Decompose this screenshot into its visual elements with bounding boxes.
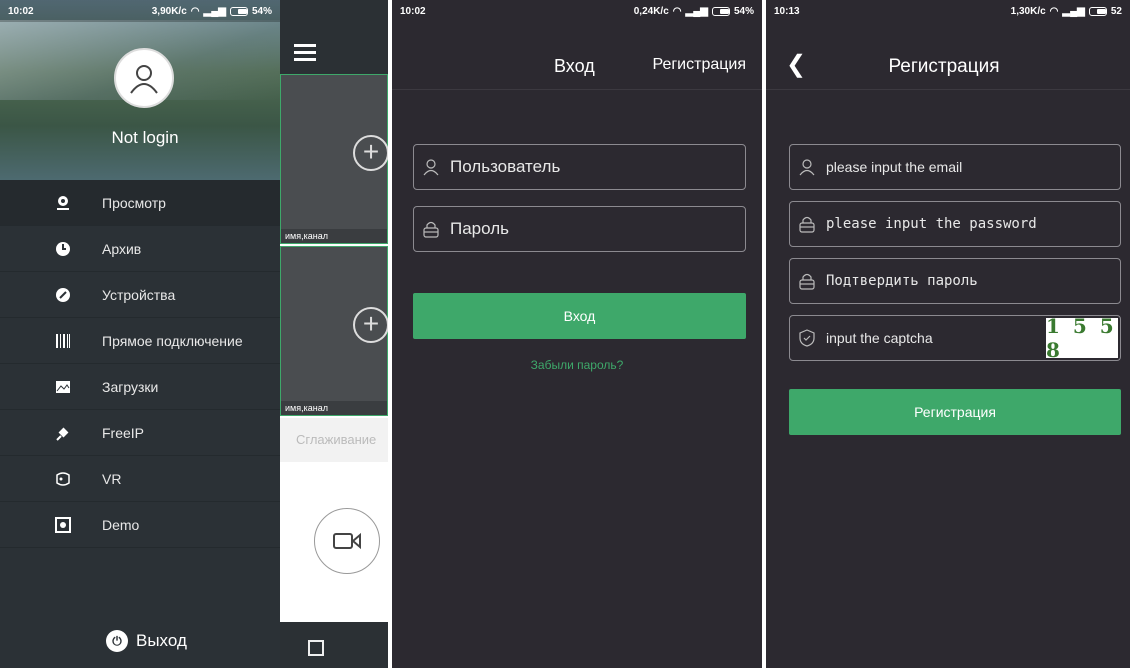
drawer-menu: Просмотр Архив Устройства Прямое подключ… — [0, 180, 280, 548]
menu-item-downloads[interactable]: Загрузки — [0, 364, 280, 410]
cell-caption: имя,канал — [281, 229, 387, 243]
password-field[interactable]: Пароль — [413, 206, 746, 252]
menu-item-archive[interactable]: Архив — [0, 226, 280, 272]
password-placeholder: Пароль — [450, 219, 509, 238]
status-bar: 10:13 1,30K/c ◠ ▂▄▆ 52 — [766, 0, 1130, 22]
record-button[interactable] — [314, 508, 380, 574]
battery-level: 54% — [733, 5, 754, 17]
captcha-placeholder: input the captcha — [826, 330, 933, 346]
bottom-navigation — [280, 622, 388, 668]
cell-caption: имя,канал — [281, 401, 387, 415]
login-button[interactable]: Вход — [413, 293, 746, 339]
wifi-icon: ◠ — [672, 5, 682, 17]
screen-login: 10:02 0,24K/c ◠ ▂▄▆ 54% Вход Регистрация… — [392, 0, 762, 668]
wifi-icon: ◠ — [1049, 5, 1059, 17]
menu-item-label: Загрузки — [102, 378, 159, 395]
menu-item-label: Просмотр — [102, 194, 166, 211]
forgot-password-link[interactable]: Забыли пароль? — [392, 358, 762, 372]
recent-apps-icon[interactable] — [308, 640, 324, 656]
lock-icon — [798, 215, 820, 233]
status-speed: 0,24K/c — [633, 5, 669, 17]
screen-registration: 10:13 1,30K/c ◠ ▂▄▆ 52 ❮ Регистрация ple… — [766, 0, 1130, 668]
status-bar: 10:02 0,24K/c ◠ ▂▄▆ 54% — [392, 0, 762, 22]
camera-icon — [48, 195, 78, 211]
menu-item-direct-connect[interactable]: Прямое подключение — [0, 318, 280, 364]
shield-check-icon — [798, 329, 820, 347]
page-title: Вход — [554, 56, 595, 76]
register-link[interactable]: Регистрация — [652, 56, 746, 74]
battery-level: 54% — [251, 5, 272, 17]
video-cell[interactable]: + имя,канал — [280, 246, 388, 416]
confirm-password-field[interactable]: Подтвердить пароль — [789, 258, 1121, 304]
username-placeholder: Пользователь — [450, 157, 561, 176]
barcode-icon — [48, 333, 78, 349]
status-time: 10:02 — [400, 5, 426, 17]
menu-item-freeip[interactable]: FreeIP — [0, 410, 280, 456]
menu-item-label: Архив — [102, 240, 142, 257]
status-speed: 1,30K/c — [1010, 5, 1046, 17]
navigation-drawer: 10:02 3,90K/c ◠ ▂▄▆ 54% Not login Просмо… — [0, 0, 280, 668]
image-icon — [48, 380, 78, 394]
battery-level: 52 — [1110, 5, 1122, 17]
add-channel-icon[interactable]: + — [353, 307, 388, 343]
top-bar — [280, 0, 388, 74]
menu-item-label: Устройства — [102, 286, 176, 303]
vr-headset-icon — [48, 471, 78, 487]
menu-item-label: VR — [102, 470, 122, 487]
play-box-icon — [48, 516, 78, 533]
captcha-image[interactable]: 1 5 5 8 — [1046, 314, 1118, 362]
power-icon: ⏻ — [106, 630, 128, 652]
menu-item-vr[interactable]: VR — [0, 456, 280, 502]
lock-icon — [798, 272, 820, 290]
email-placeholder: please input the email — [826, 159, 963, 175]
avatar[interactable] — [114, 48, 174, 108]
user-icon — [130, 65, 158, 94]
nav-bar: ❮ Регистрация — [766, 22, 1130, 90]
login-status[interactable]: Not login — [0, 128, 290, 148]
video-cell[interactable]: + имя,канал — [280, 74, 388, 244]
status-time: 10:02 — [8, 5, 34, 17]
menu-item-demo[interactable]: Demo — [0, 502, 280, 548]
status-speed: 3,90K/c — [151, 5, 187, 17]
lock-icon — [422, 220, 444, 238]
plug-icon — [48, 425, 78, 441]
menu-item-label: Прямое подключение — [102, 332, 243, 349]
menu-item-label: FreeIP — [102, 424, 145, 441]
battery-icon — [711, 6, 730, 16]
page-title: Регистрация — [888, 56, 1000, 77]
signal-icon: ▂▄▆ — [1062, 5, 1085, 17]
menu-item-view[interactable]: Просмотр — [0, 180, 280, 226]
register-button[interactable]: Регистрация — [789, 389, 1121, 435]
screen-main-drawer: 10:02 3,90K/c ◠ ▂▄▆ 54% Not login Просмо… — [0, 0, 388, 668]
signal-icon: ▂▄▆ — [203, 5, 226, 17]
video-camera-icon — [333, 532, 361, 550]
email-field[interactable]: please input the email — [789, 144, 1121, 190]
status-time: 10:13 — [774, 5, 800, 17]
smoothing-control[interactable]: Сглаживание — [280, 418, 388, 462]
menu-item-devices[interactable]: Устройства — [0, 272, 280, 318]
user-icon — [422, 158, 444, 176]
captcha-field[interactable]: input the captcha 1 5 5 8 — [789, 314, 1121, 362]
wifi-icon: ◠ — [190, 5, 200, 17]
username-field[interactable]: Пользователь — [413, 144, 746, 190]
password-placeholder: please input the password — [826, 216, 1037, 232]
clock-icon — [48, 241, 78, 257]
battery-icon — [229, 6, 248, 16]
add-channel-icon[interactable]: + — [353, 135, 388, 171]
logout-button[interactable]: ⏻ Выход — [106, 630, 187, 652]
user-icon — [798, 158, 820, 176]
drawer-header: 10:02 3,90K/c ◠ ▂▄▆ 54% Not login — [0, 0, 280, 180]
logout-label: Выход — [136, 631, 187, 650]
menu-item-label: Demo — [102, 516, 140, 533]
signal-icon: ▂▄▆ — [685, 5, 708, 17]
nav-bar: Вход Регистрация — [392, 22, 762, 90]
confirm-password-placeholder: Подтвердить пароль — [826, 273, 978, 289]
password-field[interactable]: please input the password — [789, 201, 1121, 247]
menu-icon[interactable] — [294, 44, 316, 65]
battery-icon — [1088, 6, 1107, 16]
wrench-icon — [48, 287, 78, 303]
main-content-peek: + имя,канал + имя,канал Сглаживание — [280, 0, 388, 668]
status-bar: 10:02 3,90K/c ◠ ▂▄▆ 54% — [0, 0, 280, 22]
